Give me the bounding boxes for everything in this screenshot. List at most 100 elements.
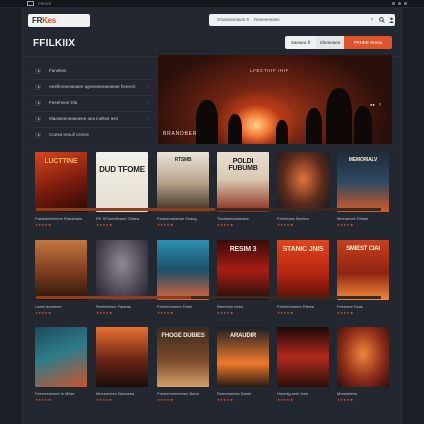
movie-title[interactable]: Reeeeeeeee Beele: [217, 391, 275, 396]
featured-banner[interactable]: LFECTHIF IHIF BRANDBER › ●●: [158, 55, 392, 144]
rating-stars: ★★★★ ■: [96, 223, 112, 227]
movie-poster[interactable]: FHOGE DUBIES: [157, 327, 209, 387]
movie-title[interactable]: Reeeeee eeee: [217, 304, 275, 309]
hero-silhouette: [306, 108, 322, 144]
movie-poster[interactable]: ARAUDIR: [217, 327, 269, 387]
hero-silhouette: [228, 114, 242, 144]
movie-poster[interactable]: POLDI FUBUMB: [217, 152, 269, 212]
movie-title[interactable]: Faeanieeeeeee Raeaeaee: [35, 216, 93, 221]
menu-item-4[interactable]: Maasteeneaeaeee aea ineltee ieet ›: [31, 112, 153, 126]
movie-poster[interactable]: SMIEST CIAI: [337, 240, 389, 300]
menu-item-label: Coesa sesull csmse: [49, 132, 90, 137]
page-title: FFILKIIX: [33, 38, 76, 49]
search-icon[interactable]: [379, 17, 385, 23]
poster-title: MEMORIALV: [348, 157, 378, 163]
chevron-left-icon[interactable]: ‹: [369, 17, 375, 23]
menu-item-label: Feeeheee Dla: [49, 100, 78, 105]
menu-item-1[interactable]: Fanekes: [31, 64, 153, 78]
rating-stars: ★★★★ ■: [157, 398, 173, 402]
chevron-right-icon: ›: [147, 84, 149, 90]
movie-title[interactable]: RK SFIrsesfeaee Clfaea: [96, 216, 154, 221]
rating-stars: ★★★★ ■: [35, 398, 51, 402]
maximize-icon[interactable]: [398, 2, 401, 5]
movie-title[interactable]: Heeeiig eeie Ieee: [277, 391, 335, 396]
poster-title: DUD TFOME: [99, 165, 145, 174]
movie-title[interactable]: Feeheeeeeee Rlleee: [277, 304, 335, 309]
pagination-dots-icon[interactable]: ●●: [370, 102, 375, 107]
poster-title: RESIM 3: [229, 246, 257, 253]
movie-poster[interactable]: MEMORIALV: [337, 152, 389, 212]
content-divider: [22, 150, 402, 151]
poster-title: ARAUDIR: [229, 333, 257, 339]
search-bar[interactable]: Gnaeaseaean 5 Reeeeeeaes ‹: [209, 14, 395, 26]
menu-item-label: Fanekes: [49, 68, 67, 73]
row-progress-fill: [36, 208, 215, 211]
movie-title[interactable]: Reeteeieee Fadeae: [96, 304, 154, 309]
poster-title: LUCTTINE: [44, 158, 78, 165]
movie-title[interactable]: Feeeeee Ssae: [337, 304, 395, 309]
rating-stars: ★★★★ ■: [337, 398, 353, 402]
movie-title[interactable]: Tlodlaeeaeiaeaee: [217, 216, 275, 221]
rating-stars: ★★★★ ■: [217, 223, 233, 227]
row-progress-bar: [36, 296, 381, 299]
row-progress-fill: [36, 296, 191, 299]
movie-title[interactable]: Feaeeeaeaeae Seang: [157, 216, 215, 221]
movie-poster[interactable]: STANIC JNIS: [277, 240, 329, 300]
rating-stars: ★★★★ ■: [217, 398, 233, 402]
next-slide-icon[interactable]: ›: [379, 102, 381, 108]
movie-poster[interactable]: RESIM 3: [217, 240, 269, 300]
movie-poster[interactable]: [96, 240, 148, 300]
rating-stars: ★★★★ ■: [157, 311, 173, 315]
movie-title[interactable]: Feeeeeeeeee le Milde: [35, 391, 93, 396]
movie-poster[interactable]: [157, 240, 209, 300]
movie-poster[interactable]: RTSMB: [157, 152, 209, 212]
search-placeholder: Gnaeaseaean 5: [217, 17, 250, 22]
movie-title[interactable]: Laeie Aeeeeee: [35, 304, 93, 309]
movie-poster[interactable]: [96, 327, 148, 387]
hero-silhouette: [354, 106, 372, 144]
movie-poster[interactable]: [337, 327, 389, 387]
poster-title: SMIEST CIAI: [346, 246, 380, 252]
movie-title[interactable]: Meaeeleea: [337, 391, 395, 396]
movie-poster[interactable]: LUCTTINE: [35, 152, 87, 212]
user-icon[interactable]: [388, 17, 394, 23]
row-progress-bar: [36, 208, 381, 211]
menu-item-3[interactable]: Feeeheee Dla ›: [31, 96, 153, 110]
tab-second[interactable]: Sheeeaea: [316, 36, 344, 49]
menu-item-5[interactable]: Coesa sesull csmse: [31, 128, 153, 142]
tab-primary-action[interactable]: FRHKE Nreea: [344, 36, 392, 49]
rating-stars: ★★★★ ■: [337, 223, 353, 227]
window-titlebar: FRKKE: [0, 0, 424, 8]
movie-title[interactable]: Feeeeeeeeeeeee Beea: [157, 391, 215, 396]
window-icon: [27, 1, 34, 6]
movie-title[interactable]: Meeaeeee Elfaae: [337, 216, 395, 221]
play-icon: [35, 116, 41, 122]
tab-first[interactable]: Saeaea ft: [285, 36, 316, 49]
play-icon: [35, 100, 41, 106]
movie-poster[interactable]: [277, 152, 329, 212]
chevron-right-icon: ›: [147, 100, 149, 106]
movie-title[interactable]: Feeheaee Beelea: [277, 216, 335, 221]
rating-stars: ★★★★ ■: [96, 398, 112, 402]
rating-stars: ★★★★ ■: [217, 311, 233, 315]
rating-stars: ★★★★ ■: [277, 223, 293, 227]
window-title: FRKKE: [38, 1, 52, 6]
minimize-icon[interactable]: [392, 2, 395, 5]
hero-silhouette: [196, 100, 218, 144]
close-icon[interactable]: [404, 2, 407, 5]
chevron-right-icon: ›: [147, 116, 149, 122]
rating-stars: ★★★★ ■: [157, 223, 173, 227]
search-hint: Reeeeeeaes: [254, 17, 280, 22]
movie-poster[interactable]: [277, 327, 329, 387]
movie-poster[interactable]: [35, 327, 87, 387]
movie-title[interactable]: Meeeeeeee Beeaeea: [96, 391, 154, 396]
brand-logo[interactable]: FRKes: [28, 14, 90, 27]
rating-stars: ★★★★ ■: [277, 311, 293, 315]
movie-poster[interactable]: [35, 240, 87, 300]
hero-silhouette: [326, 88, 352, 144]
movie-title[interactable]: Feeheeeeeee Dsee: [157, 304, 215, 309]
movie-poster[interactable]: DUD TFOME: [96, 152, 148, 212]
menu-item-2[interactable]: Aeeflereeeaeaee ageeeaeeaeaeae heeecit ›: [31, 80, 153, 94]
poster-title: STANIC JNIS: [282, 246, 324, 253]
rating-stars: ★★★★ ■: [337, 311, 353, 315]
